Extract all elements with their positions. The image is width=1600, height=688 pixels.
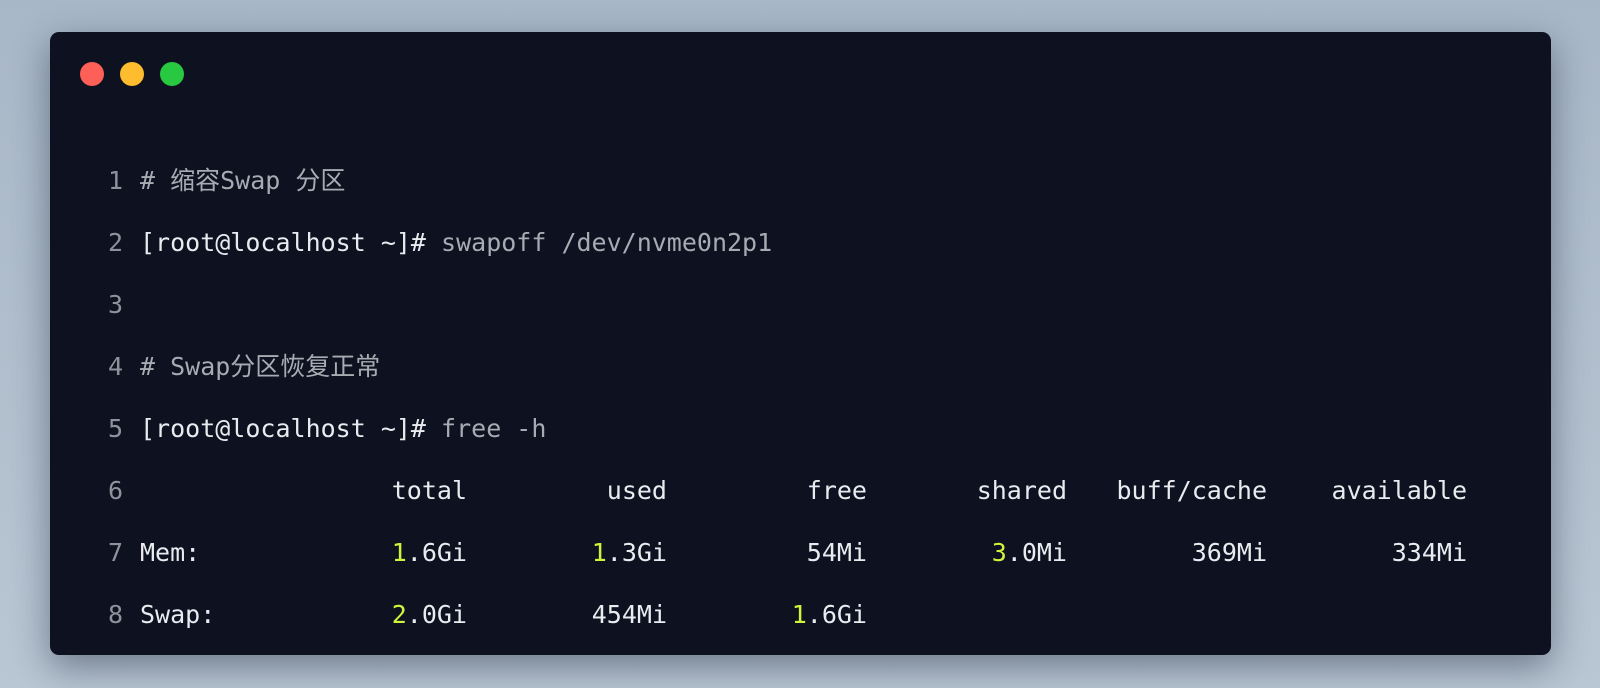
table-cell: 1.6Gi bbox=[792, 600, 867, 630]
table-cell: 1.3Gi bbox=[592, 538, 667, 568]
command-line: [root@localhost ~]# free -h bbox=[140, 414, 546, 444]
code-line: 1 # 缩容Swap 分区 bbox=[50, 166, 345, 196]
cell-value: 454Mi bbox=[591, 600, 667, 629]
command-text: swapoff /dev/nvme0n2p1 bbox=[425, 228, 773, 257]
zoom-button[interactable] bbox=[160, 62, 184, 86]
cell-value: .6Gi bbox=[806, 600, 867, 629]
cell-highlight: 2 bbox=[391, 600, 407, 629]
code-line: 6 total used free shared buff/cache avai… bbox=[50, 476, 1551, 506]
code-line: 4 # Swap分区恢复正常 bbox=[50, 352, 380, 382]
line-number: 2 bbox=[108, 228, 124, 257]
cell-highlight: 3 bbox=[991, 538, 1007, 567]
line-number: 6 bbox=[108, 476, 124, 505]
comment-text: # Swap分区恢复正常 bbox=[140, 352, 381, 381]
shell-prompt: [root@localhost ~]# bbox=[140, 414, 426, 443]
table-cell: 1.6Gi bbox=[392, 538, 467, 568]
table-cell: 369Mi bbox=[1192, 538, 1267, 568]
table-cell: 2.0Gi bbox=[392, 600, 467, 630]
table-cell: 454Mi bbox=[592, 600, 667, 630]
column-header: used bbox=[606, 476, 667, 505]
line-number: 3 bbox=[108, 290, 124, 319]
table-cell: 54Mi bbox=[807, 538, 867, 568]
line-number: 1 bbox=[108, 166, 124, 195]
cell-highlight: 1 bbox=[791, 600, 807, 629]
cell-value: .3Gi bbox=[606, 538, 667, 567]
cell-highlight: 1 bbox=[591, 538, 607, 567]
comment-text: # 缩容Swap 分区 bbox=[140, 166, 346, 195]
table-cell: 334Mi bbox=[1392, 538, 1467, 568]
code-line: 8 Swap: 2.0Gi 454Mi 1.6Gi bbox=[50, 600, 1551, 630]
column-header: free bbox=[806, 476, 867, 505]
cell-value: 54Mi bbox=[806, 538, 867, 567]
shell-prompt: [root@localhost ~]# bbox=[140, 228, 426, 257]
table-cell: 3.0Mi bbox=[992, 538, 1067, 568]
window-controls bbox=[80, 62, 184, 86]
code-line: 3 bbox=[50, 290, 140, 320]
line-number: 7 bbox=[108, 538, 124, 567]
command-line: [root@localhost ~]# swapoff /dev/nvme0n2… bbox=[140, 228, 772, 258]
row-label: Swap: bbox=[140, 600, 216, 629]
cell-value: 369Mi bbox=[1191, 538, 1267, 567]
row-label: Mem: bbox=[140, 538, 201, 567]
code-line: 5 [root@localhost ~]# free -h bbox=[50, 414, 546, 444]
cell-value: .6Gi bbox=[406, 538, 467, 567]
line-number: 8 bbox=[108, 600, 124, 629]
line-number: 4 bbox=[108, 352, 124, 381]
cell-highlight: 1 bbox=[391, 538, 407, 567]
column-header: shared bbox=[976, 476, 1067, 505]
minimize-button[interactable] bbox=[120, 62, 144, 86]
cell-value: .0Gi bbox=[406, 600, 467, 629]
column-header: buff/cache bbox=[1116, 476, 1267, 505]
cell-value: 334Mi bbox=[1391, 538, 1467, 567]
column-header: available bbox=[1331, 476, 1467, 505]
command-text: free -h bbox=[425, 414, 547, 443]
code-line: 7 Mem: 1.6Gi 1.3Gi 54Mi 3.0Mi 369Mi 334M… bbox=[50, 538, 1551, 568]
cell-value: .0Mi bbox=[1006, 538, 1067, 567]
line-number: 5 bbox=[108, 414, 124, 443]
close-button[interactable] bbox=[80, 62, 104, 86]
column-header: total bbox=[391, 476, 467, 505]
terminal-window: 1 # 缩容Swap 分区 2 [root@localhost ~]# swap… bbox=[50, 32, 1551, 655]
code-line: 2 [root@localhost ~]# swapoff /dev/nvme0… bbox=[50, 228, 772, 258]
